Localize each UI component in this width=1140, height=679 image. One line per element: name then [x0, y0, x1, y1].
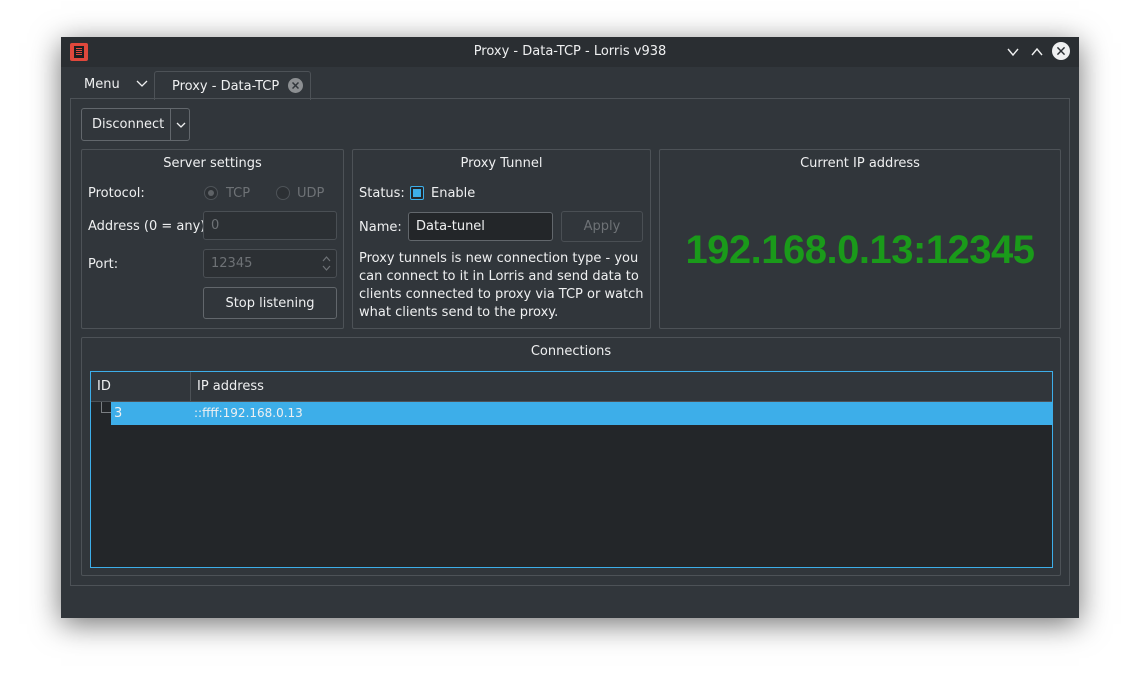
tcp-label: TCP	[226, 186, 251, 201]
title-bar[interactable]: Proxy - Data-TCP - Lorris v938	[61, 37, 1079, 67]
disconnect-label: Disconnect	[92, 117, 165, 132]
current-ip-value: 192.168.0.13:12345	[685, 228, 1035, 272]
column-header-id[interactable]: ID	[97, 379, 111, 394]
menu-tab[interactable]: Menu	[69, 71, 155, 98]
status-label: Status:	[359, 186, 405, 201]
chevron-down-icon	[136, 80, 148, 87]
server-settings-group: Server settings Protocol: TCP UDP Addres…	[81, 149, 344, 329]
table-row[interactable]: 3 ::ffff:192.168.0.13	[111, 402, 1052, 425]
tcp-radio[interactable]	[204, 186, 218, 200]
address-field[interactable]: 0	[203, 211, 337, 240]
tab-proxy-data-tcp[interactable]: Proxy - Data-TCP	[154, 71, 311, 100]
disconnect-dropdown-chevron-icon[interactable]	[170, 109, 191, 140]
current-ip-title: Current IP address	[800, 156, 920, 171]
connections-table[interactable]: ID IP address 3 ::ffff:192.168.0.13	[90, 371, 1053, 568]
udp-label: UDP	[297, 186, 325, 201]
app-window: Proxy - Data-TCP - Lorris v938 Menu Prox…	[61, 37, 1079, 618]
proxy-tunnel-title: Proxy Tunnel	[460, 156, 543, 171]
port-spinbox[interactable]: 12345	[203, 249, 337, 278]
apply-label: Apply	[583, 219, 621, 234]
proxy-description: Proxy tunnels is new connection type - y…	[359, 251, 644, 320]
udp-radio[interactable]	[276, 186, 290, 200]
row-id-cell: 3	[114, 406, 123, 421]
enable-checkbox[interactable]	[410, 186, 424, 200]
name-label: Name:	[359, 220, 402, 235]
address-value: 0	[211, 218, 220, 233]
protocol-label: Protocol:	[88, 186, 145, 201]
tunnel-name-value: Data-tunel	[416, 219, 485, 234]
table-header: ID IP address	[91, 372, 1052, 402]
stop-listening-label: Stop listening	[225, 295, 315, 311]
minimize-icon[interactable]	[1003, 42, 1023, 62]
port-label: Port:	[88, 257, 119, 272]
column-divider[interactable]	[190, 372, 191, 401]
proxy-tunnel-group: Proxy Tunnel Status: Enable Name: Data-t…	[352, 149, 651, 329]
address-label: Address (0 = any):	[88, 219, 210, 234]
connections-group: Connections ID IP address 3 ::ffff:192.1…	[81, 337, 1061, 576]
window-title: Proxy - Data-TCP - Lorris v938	[473, 44, 667, 59]
current-ip-group: Current IP address 192.168.0.13:12345	[659, 149, 1061, 329]
server-settings-title: Server settings	[163, 156, 262, 171]
column-header-ip[interactable]: IP address	[197, 379, 264, 394]
port-value: 12345	[211, 256, 253, 271]
connections-title: Connections	[530, 344, 612, 359]
stop-listening-button[interactable]: Stop listening	[203, 287, 337, 319]
spin-arrows-icon[interactable]	[322, 255, 331, 272]
apply-button[interactable]: Apply	[561, 211, 643, 242]
tunnel-name-input[interactable]: Data-tunel	[408, 212, 553, 241]
close-window-icon[interactable]	[1052, 42, 1070, 60]
tab-content: Disconnect Server settings Protocol: TCP…	[70, 98, 1070, 586]
disconnect-button[interactable]: Disconnect	[81, 108, 190, 141]
maximize-icon[interactable]	[1027, 42, 1047, 62]
close-tab-icon[interactable]	[288, 78, 303, 93]
row-ip-cell: ::ffff:192.168.0.13	[194, 406, 303, 420]
enable-label: Enable	[431, 186, 476, 201]
menu-tab-label: Menu	[84, 77, 120, 92]
tab-label: Proxy - Data-TCP	[172, 78, 280, 94]
